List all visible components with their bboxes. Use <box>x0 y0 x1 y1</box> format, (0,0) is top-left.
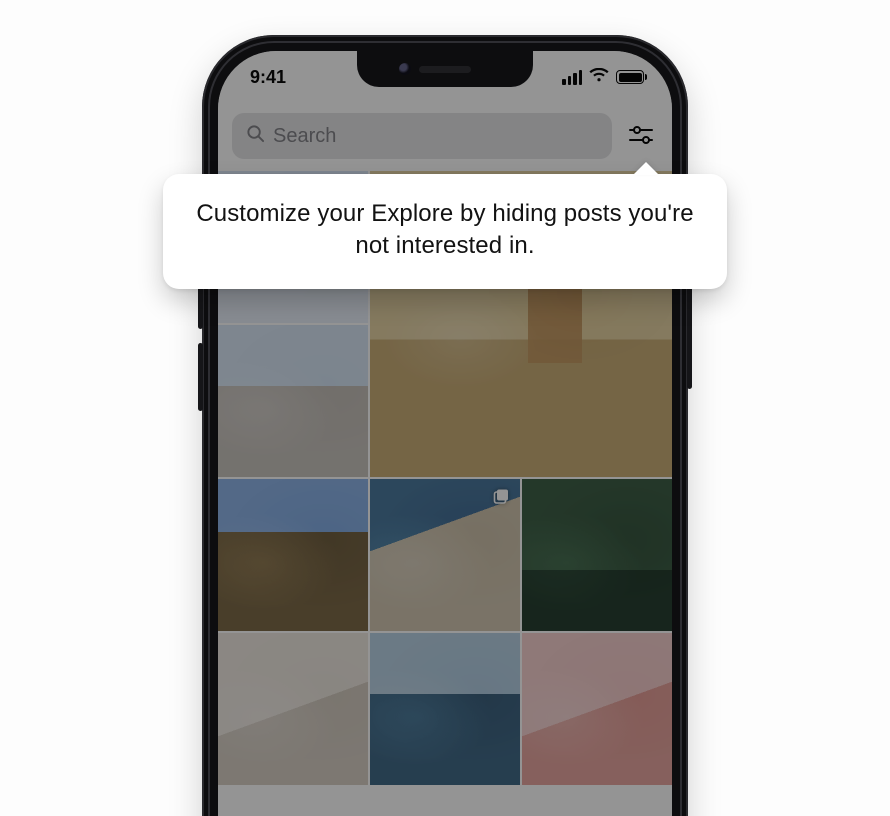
front-camera-icon <box>399 63 411 75</box>
cellular-signal-icon <box>562 70 582 85</box>
explore-tile[interactable] <box>218 479 368 631</box>
explore-tile[interactable] <box>218 633 368 785</box>
phone-screen: 9:41 <box>218 51 672 816</box>
search-icon <box>246 124 265 149</box>
search-row <box>232 113 658 159</box>
explore-tile[interactable] <box>218 325 368 477</box>
carousel-badge-icon <box>492 487 512 507</box>
wifi-icon <box>589 67 609 88</box>
battery-icon <box>616 70 644 84</box>
earpiece-speaker <box>419 66 471 73</box>
filters-button[interactable] <box>624 113 658 159</box>
explore-tile[interactable] <box>522 479 672 631</box>
explore-tile[interactable] <box>370 479 520 631</box>
tooltip-arrow-icon <box>633 162 659 175</box>
explore-tile[interactable] <box>370 633 520 785</box>
tooltip-text: Customize your Explore by hiding posts y… <box>196 200 693 259</box>
device-notch <box>357 51 533 87</box>
search-field[interactable] <box>232 113 612 159</box>
phone-frame: 9:41 <box>202 35 688 816</box>
search-input[interactable] <box>273 125 598 148</box>
explore-tile[interactable] <box>522 633 672 785</box>
explore-customize-tooltip[interactable]: Customize your Explore by hiding posts y… <box>163 174 727 289</box>
side-power-button <box>687 285 692 389</box>
filters-icon <box>628 124 654 149</box>
volume-down-button <box>198 343 203 411</box>
status-time: 9:41 <box>250 67 286 88</box>
